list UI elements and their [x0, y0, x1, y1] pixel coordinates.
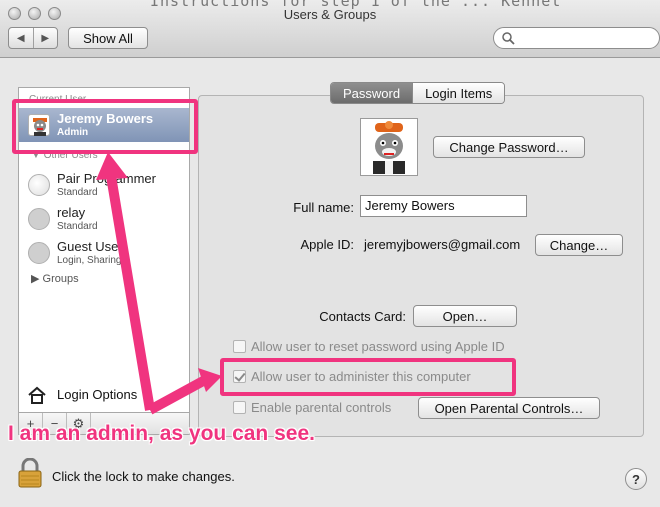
title-bar: Instructions for step 1 of the ... Kenne…: [0, 0, 660, 58]
open-parental-controls-button[interactable]: Open Parental Controls…: [418, 397, 600, 419]
contacts-card-label: Contacts Card:: [319, 309, 406, 324]
allow-reset-password-checkbox[interactable]: Allow user to reset password using Apple…: [233, 338, 505, 354]
show-all-button[interactable]: Show All: [68, 27, 148, 49]
tab-login-items[interactable]: Login Items: [412, 83, 505, 103]
apple-id-label: Apple ID:: [300, 237, 354, 252]
user-row-pair-programmer[interactable]: Pair Programmer Standard: [19, 168, 189, 202]
sock-monkey-avatar-icon: [373, 121, 405, 174]
checkbox-box: [233, 400, 246, 414]
apple-id-value: jeremyjbowers@gmail.com: [364, 237, 521, 252]
user-name: Guest User: [57, 239, 123, 254]
house-icon: [28, 386, 46, 404]
chevron-left-icon[interactable]: ◀: [9, 28, 33, 48]
checkbox-box: [233, 339, 246, 353]
change-apple-id-button[interactable]: Change…: [535, 234, 623, 256]
tab-bar: Password Login Items: [330, 82, 506, 104]
annotation-caption: I am an admin, as you can see.: [8, 422, 315, 445]
groups-disclosure[interactable]: ▶ Groups: [31, 272, 79, 285]
user-row-guest-user[interactable]: Guest User Login, Sharing: [19, 236, 189, 270]
checkbox-label: Enable parental controls: [251, 399, 392, 415]
generic-user-icon: [28, 242, 50, 264]
lock-hint: Click the lock to make changes.: [52, 469, 235, 484]
highlight-admin-checkbox: [220, 358, 516, 396]
baseball-avatar-icon: [28, 174, 50, 196]
window-title: Users & Groups: [283, 7, 377, 22]
back-forward-control: ◀ ▶: [8, 27, 58, 49]
lock-icon[interactable]: [17, 458, 43, 488]
user-role: Login, Sharing: [57, 255, 122, 266]
chevron-right-icon[interactable]: ▶: [32, 28, 58, 48]
full-name-field[interactable]: Jeremy Bowers: [360, 195, 527, 217]
enable-parental-controls-checkbox[interactable]: Enable parental controls: [233, 399, 391, 415]
tab-password[interactable]: Password: [331, 83, 413, 103]
open-contacts-card-button[interactable]: Open…: [413, 305, 517, 327]
highlight-current-user: [12, 99, 198, 154]
checkbox-label: Allow user to reset password using Apple…: [251, 338, 505, 354]
search-input[interactable]: [493, 27, 660, 49]
user-picture[interactable]: [360, 118, 418, 176]
generic-user-icon: [28, 208, 50, 230]
user-role: Standard: [57, 221, 98, 232]
search-icon: [502, 32, 515, 45]
login-options-item[interactable]: Login Options: [19, 384, 189, 406]
user-role: Standard: [57, 187, 98, 198]
user-row-relay[interactable]: relay Standard: [19, 202, 189, 236]
full-name-label: Full name:: [293, 200, 354, 215]
login-options-label: Login Options: [57, 387, 138, 402]
change-password-button[interactable]: Change Password…: [433, 136, 585, 158]
user-name: Pair Programmer: [57, 171, 156, 186]
help-button[interactable]: ?: [625, 468, 647, 490]
user-name: relay: [57, 205, 86, 220]
disclosure-right-icon: ▶: [31, 273, 40, 285]
